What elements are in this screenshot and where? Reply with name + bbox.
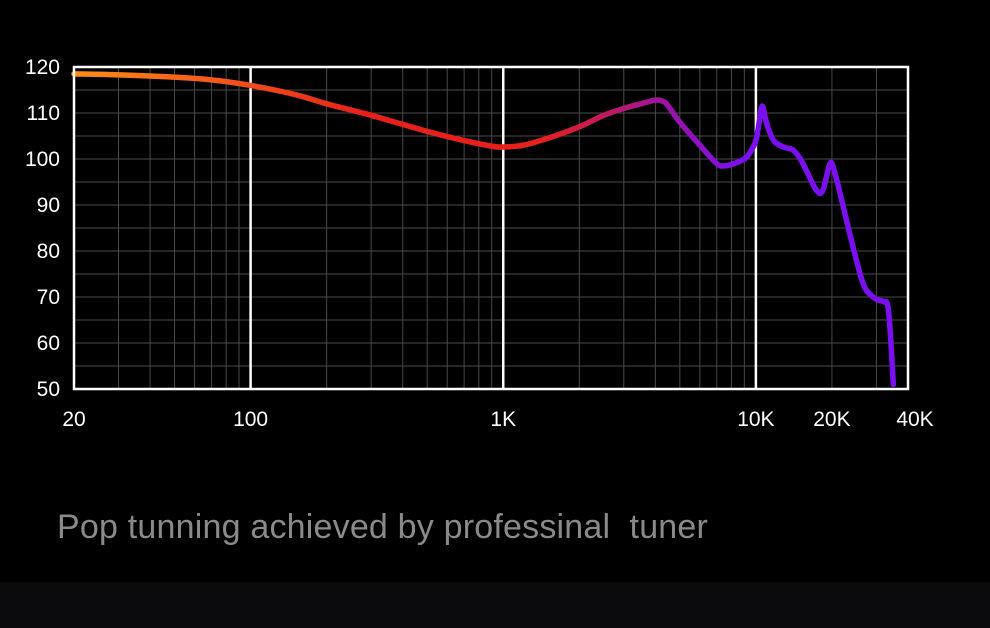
minor-grid [74,67,908,389]
y-tick-label: 120 [25,56,60,79]
y-tick-label: 90 [37,194,60,217]
y-tick-label: 70 [37,286,60,309]
x-tick-label: 1K [490,408,516,431]
x-axis-tick-labels: 20 100 1K 10K 20K 40K [62,408,933,431]
footer-band [0,582,990,628]
y-tick-label: 80 [37,240,60,263]
y-tick-label: 110 [27,102,60,125]
x-tick-label: 20K [813,408,850,431]
x-tick-label: 100 [233,408,268,431]
frequency-response-line [71,71,897,388]
caption-text: Pop tunning achieved by professinal tune… [57,508,709,546]
y-tick-label: 100 [25,148,60,171]
x-tick-label: 20 [62,408,85,431]
x-tick-label: 10K [737,408,774,431]
x-tick-label: 40K [896,408,933,431]
y-tick-label: 50 [37,378,60,401]
y-axis-tick-labels: 120 110 100 90 80 70 60 50 [25,56,60,401]
y-tick-label: 60 [37,332,60,355]
frequency-response-chart: 120 110 100 90 80 70 60 50 20 100 1K 10K 20K 40K [25,56,934,431]
